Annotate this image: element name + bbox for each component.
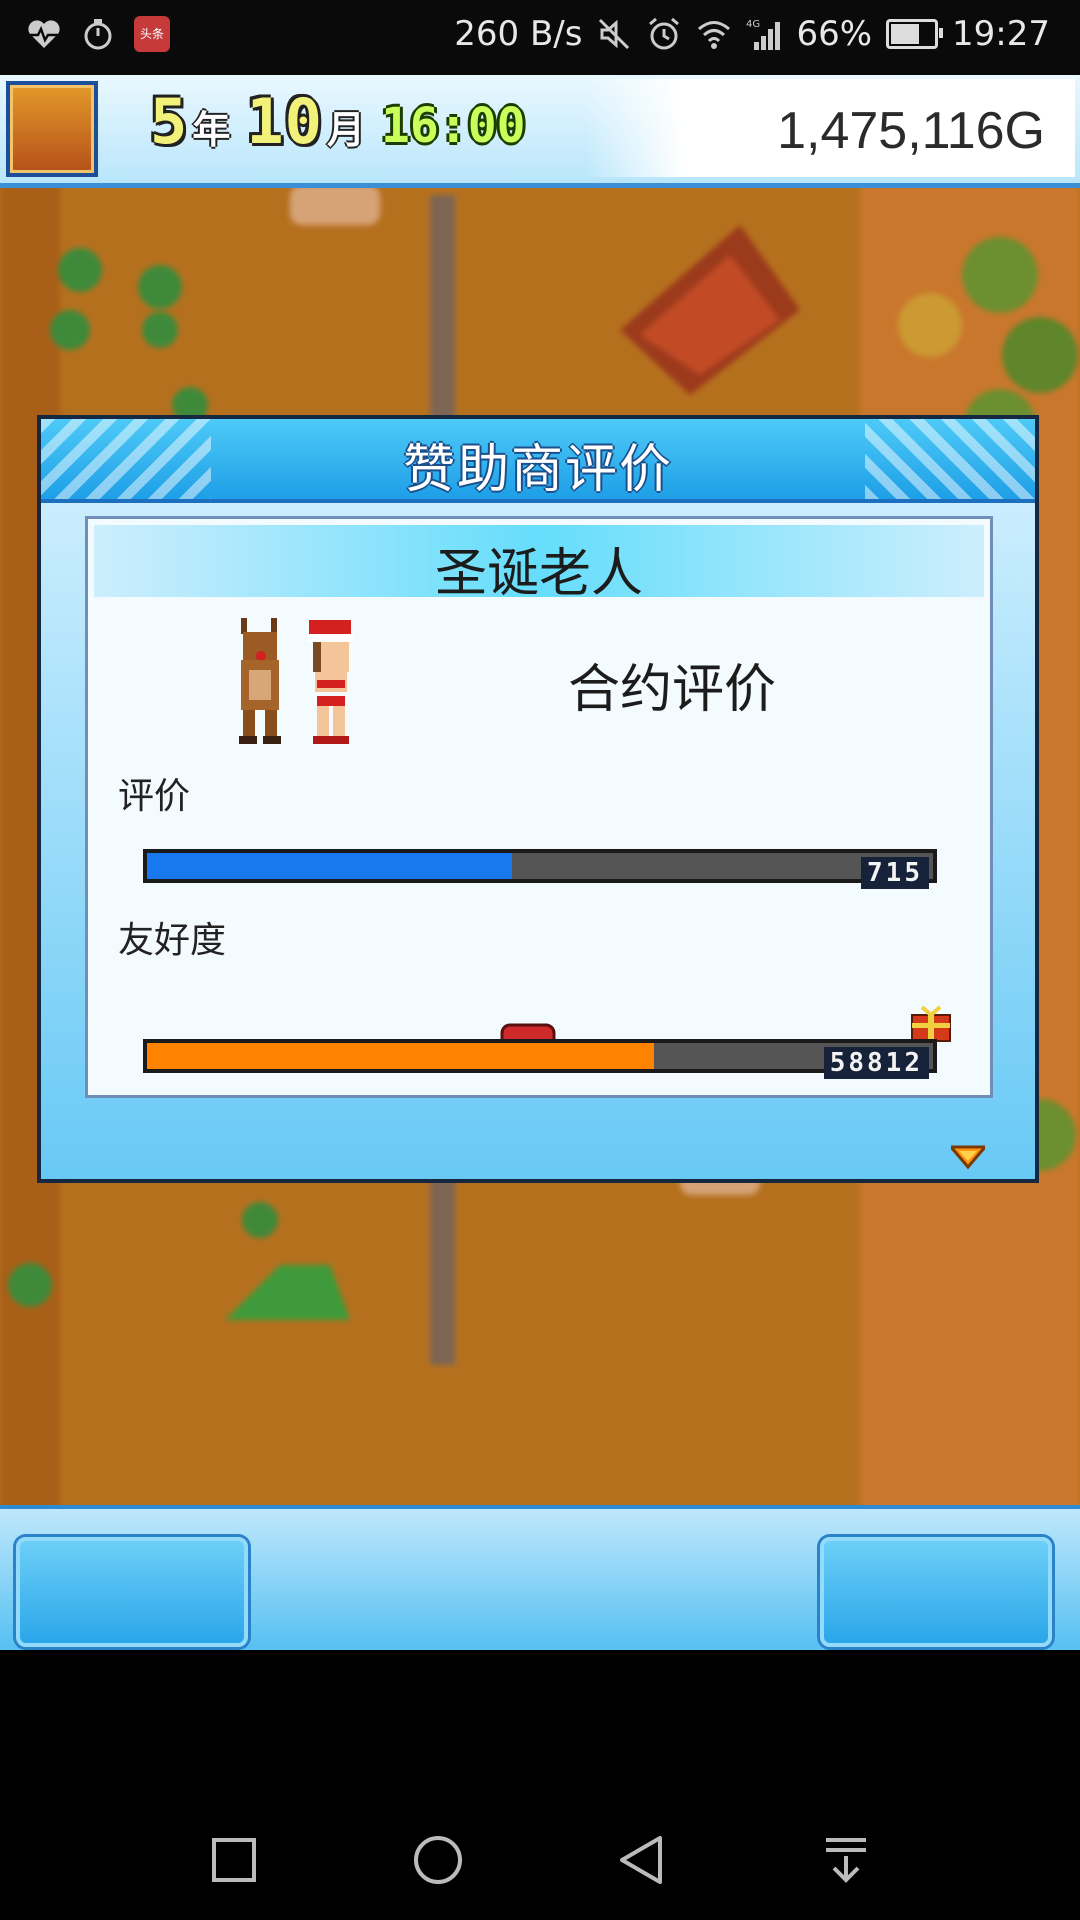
sponsor-name: 圣诞老人: [434, 544, 643, 604]
timer-icon: [84, 19, 112, 50]
network-speed: 260 B/s: [454, 14, 583, 54]
mute-icon: [599, 18, 630, 50]
rating-bar-fill: [147, 853, 513, 879]
game-date: 5 年 10 月 16:00: [150, 85, 526, 158]
dialog-title: 赞助商评价: [402, 440, 673, 500]
home-icon[interactable]: [410, 1832, 466, 1888]
notification-pulldown-icon[interactable]: [818, 1832, 874, 1888]
recent-apps-icon[interactable]: [206, 1832, 262, 1888]
rating-label: 评价: [118, 776, 191, 817]
month-number: 10: [246, 85, 323, 158]
next-page-arrow-icon[interactable]: [951, 1145, 985, 1169]
season-portrait-icon[interactable]: [6, 81, 98, 177]
bottom-control-panel: [0, 1505, 1080, 1650]
sponsor-name-header: 圣诞老人: [94, 525, 984, 604]
clock: 19:27: [952, 14, 1050, 54]
contract-evaluation-label: 合约评价: [568, 660, 777, 720]
left-action-button[interactable]: [16, 1537, 248, 1647]
game-area[interactable]: 5 年 10 月 16:00 1,475,116G 赞助商评价 圣诞老人 合约评…: [0, 75, 1080, 1650]
money-amount: 1,475,116G: [777, 102, 1045, 160]
signal-4g-icon: 4G: [746, 19, 781, 50]
month-unit: 月: [327, 108, 366, 152]
game-time: 16:00: [381, 98, 526, 154]
money-box: 1,475,116G: [585, 79, 1075, 177]
friendship-label: 友好度: [118, 920, 227, 961]
year-number: 5: [150, 85, 189, 158]
wifi-icon: [698, 21, 731, 49]
year-unit: 年: [192, 108, 231, 152]
sponsor-panel: 圣诞老人 合约评价 评价 715 友好度 58812: [85, 516, 993, 1098]
friendship-value: 58812: [823, 1047, 929, 1079]
svg-text:4G: 4G: [746, 19, 760, 30]
rating-bar: 715: [143, 849, 937, 889]
alarm-icon: [649, 17, 680, 50]
back-icon[interactable]: [614, 1832, 670, 1888]
friendship-bar-fill: [147, 1043, 654, 1069]
sponsor-characters-icon: [239, 618, 353, 744]
battery-percent: 66%: [796, 14, 873, 54]
status-bar: 头条 260 B/s 4G 66% 19:27: [0, 0, 1080, 75]
app-badge-icon: 头条: [134, 16, 170, 52]
system-navigation-bar: [0, 1650, 1080, 1920]
sponsor-rating-dialog[interactable]: 赞助商评价 圣诞老人 合约评价 评价 715 友好度 58812: [37, 415, 1039, 1183]
gift-icon: [911, 1005, 951, 1042]
app-badge-text: 头条: [139, 27, 164, 41]
battery-icon: [886, 19, 944, 49]
top-hud: 5 年 10 月 16:00 1,475,116G: [0, 75, 1080, 188]
dialog-title-bar: 赞助商评价: [41, 419, 1035, 503]
friendship-bar: 58812: [143, 1039, 937, 1079]
heart-monitor-icon: [28, 20, 60, 48]
right-action-button[interactable]: [820, 1537, 1052, 1647]
rating-value: 715: [861, 857, 929, 889]
